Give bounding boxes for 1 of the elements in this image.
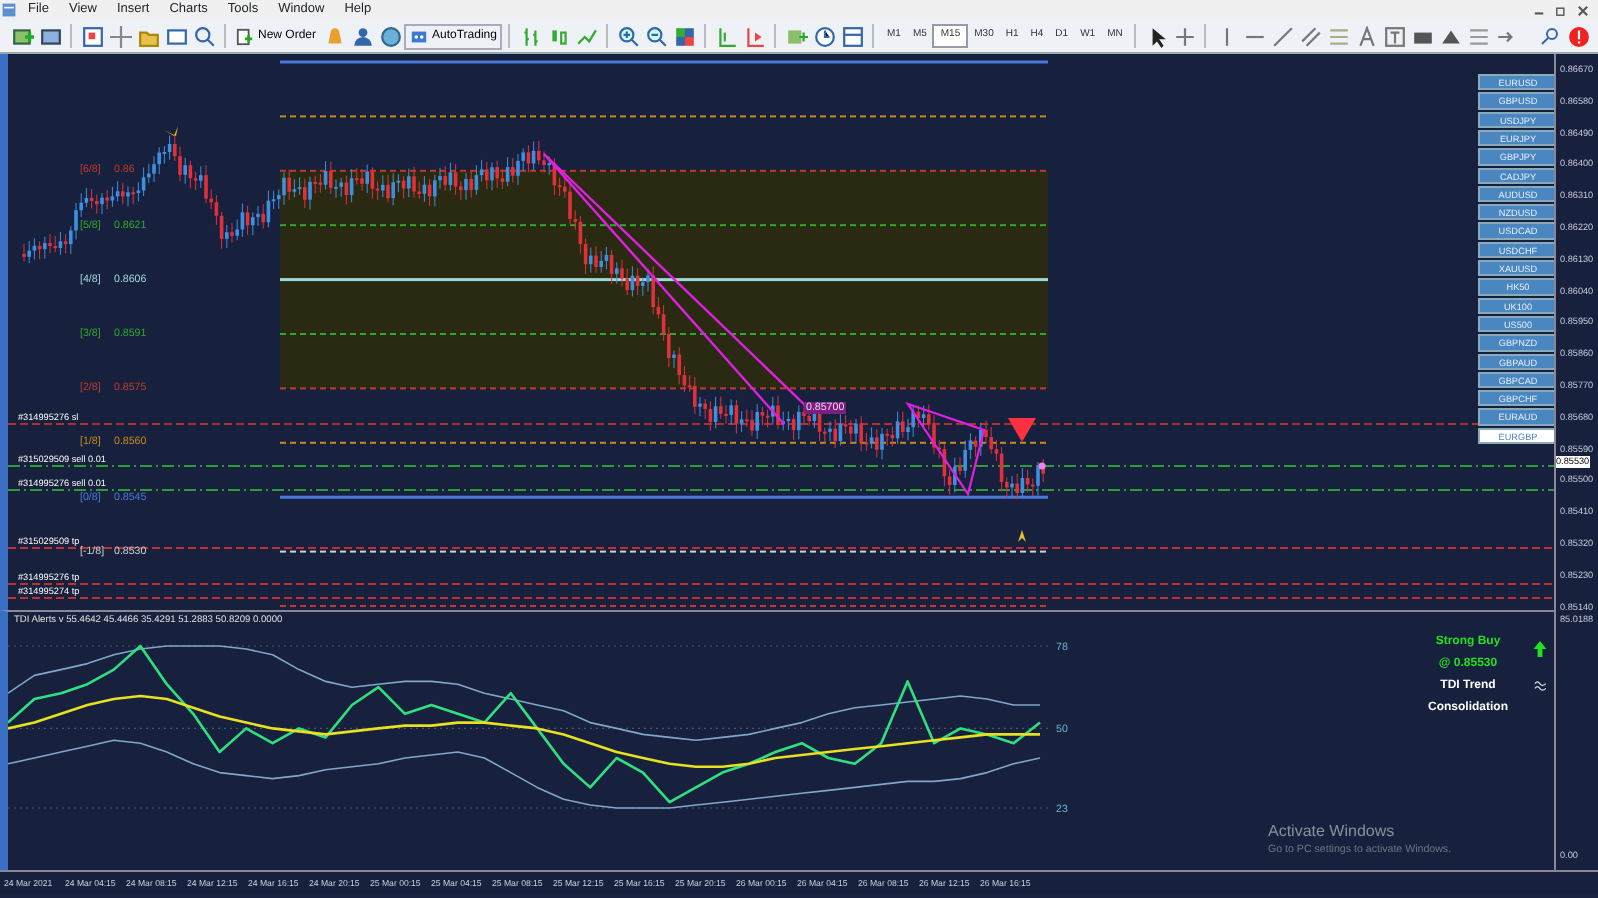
activation-title: Activate Windows	[1268, 822, 1395, 840]
